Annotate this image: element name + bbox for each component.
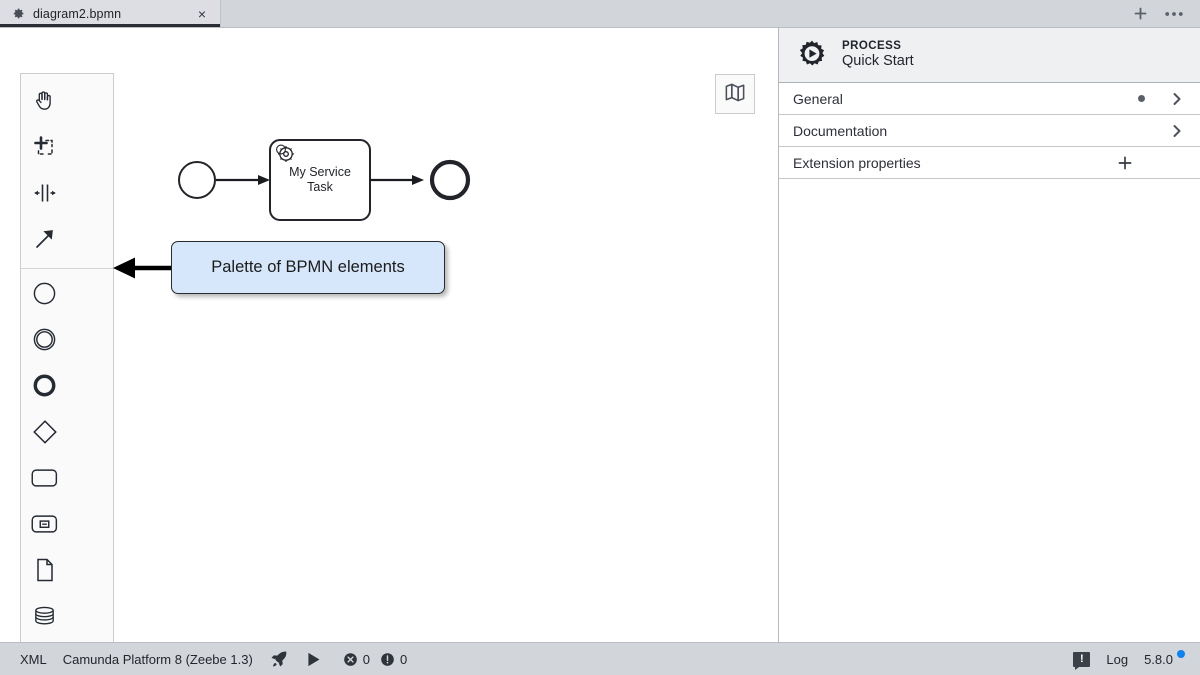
- main-body: My Service Task: [0, 28, 1200, 642]
- close-icon[interactable]: ×: [194, 6, 210, 22]
- version-label[interactable]: 5.8.0: [1136, 643, 1187, 675]
- play-icon: [305, 651, 322, 668]
- properties-group-general[interactable]: General: [779, 83, 1200, 115]
- connect-arrow-icon: [32, 226, 58, 257]
- circle-thin-icon: [32, 281, 57, 311]
- rocket-icon: [269, 649, 289, 669]
- lasso-icon: [32, 134, 58, 165]
- properties-group-label: General: [793, 91, 1138, 107]
- bpmn-diagram: My Service Task: [0, 28, 779, 642]
- palette-callout: Palette of BPMN elements: [171, 241, 445, 294]
- ellipsis-icon[interactable]: [1164, 4, 1184, 24]
- run-button[interactable]: [297, 643, 330, 675]
- plus-icon[interactable]: [1130, 4, 1150, 24]
- create-gateway[interactable]: [21, 411, 68, 457]
- data-object-icon: [34, 557, 56, 588]
- properties-group-label: Documentation: [793, 123, 1170, 139]
- space-tool-icon: [32, 180, 58, 211]
- create-pool[interactable]: [21, 641, 68, 642]
- service-task-label-line1: My Service: [289, 165, 351, 179]
- tab-bar: diagram2.bpmn ×: [0, 0, 1200, 28]
- error-count: 0: [363, 652, 370, 667]
- properties-group-documentation[interactable]: Documentation: [779, 115, 1200, 147]
- properties-group-label: Extension properties: [793, 155, 1114, 171]
- end-event-shape: [432, 162, 468, 198]
- hand-icon: [32, 88, 57, 118]
- create-data-store[interactable]: [21, 595, 68, 641]
- palette-tools-group: [21, 80, 113, 264]
- create-intermediate-event[interactable]: [21, 319, 68, 365]
- create-start-event[interactable]: [21, 273, 68, 319]
- bpmn-palette: [20, 73, 114, 642]
- platform-selector[interactable]: Camunda Platform 8 (Zeebe 1.3): [55, 643, 261, 675]
- properties-panel: PROCESS Quick Start General Documentatio…: [779, 28, 1200, 642]
- create-task[interactable]: [21, 457, 68, 503]
- double-circle-icon: [32, 327, 57, 357]
- callout-arrow: [112, 252, 178, 284]
- bpmn-canvas[interactable]: My Service Task: [0, 28, 779, 642]
- plus-icon[interactable]: [1114, 152, 1136, 174]
- create-end-event[interactable]: [21, 365, 68, 411]
- properties-group-extension-properties[interactable]: Extension properties: [779, 147, 1200, 179]
- hand-tool[interactable]: [21, 80, 68, 126]
- status-dot: [1138, 95, 1145, 102]
- gear-icon: [11, 7, 25, 21]
- app-window: diagram2.bpmn ×: [0, 0, 1200, 675]
- rounded-rect-icon: [31, 467, 58, 494]
- warning-badge: 0: [375, 652, 412, 667]
- create-data-object[interactable]: [21, 549, 68, 595]
- properties-panel-header: PROCESS Quick Start: [779, 28, 1200, 83]
- service-task-label-line2: Task: [307, 180, 333, 194]
- tab-diagram2-bpmn[interactable]: diagram2.bpmn ×: [0, 0, 221, 27]
- deploy-button[interactable]: [261, 643, 297, 675]
- error-badge: 0: [338, 652, 375, 667]
- create-subprocess[interactable]: [21, 503, 68, 549]
- circle-thick-icon: [32, 373, 57, 403]
- log-button[interactable]: Log: [1098, 643, 1136, 675]
- callout-text: Palette of BPMN elements: [211, 258, 405, 277]
- chevron-right-icon[interactable]: [1170, 124, 1184, 138]
- lasso-tool[interactable]: [21, 126, 68, 172]
- element-type-label: PROCESS: [842, 39, 914, 53]
- diamond-icon: [32, 419, 58, 450]
- update-available-dot: [1177, 650, 1185, 658]
- chevron-right-icon[interactable]: [1170, 92, 1184, 106]
- properties-panel-title: PROCESS Quick Start: [842, 39, 914, 71]
- process-gear-play-icon: [795, 38, 829, 72]
- global-connect-tool[interactable]: [21, 218, 68, 264]
- tab-label: diagram2.bpmn: [33, 7, 186, 21]
- notification-icon: !: [1073, 652, 1090, 667]
- subprocess-icon: [31, 513, 58, 540]
- tab-bar-spacer: [221, 0, 1130, 27]
- tab-bar-actions: [1130, 0, 1200, 27]
- warning-circle-icon: [380, 652, 395, 667]
- problems-indicator[interactable]: 0 0: [330, 643, 420, 675]
- start-event-shape: [179, 162, 215, 198]
- space-tool[interactable]: [21, 172, 68, 218]
- xml-view-button[interactable]: XML: [12, 643, 55, 675]
- palette-elements-group: [21, 268, 113, 642]
- error-circle-icon: [343, 652, 358, 667]
- warning-count: 0: [400, 652, 407, 667]
- status-bar: XML Camunda Platform 8 (Zeebe 1.3): [0, 642, 1200, 675]
- version-text: 5.8.0: [1144, 652, 1173, 667]
- element-name-label: Quick Start: [842, 53, 914, 71]
- map-icon: [724, 82, 746, 107]
- notifications-button[interactable]: !: [1065, 643, 1098, 675]
- minimap-toggle[interactable]: [715, 74, 755, 114]
- data-store-icon: [32, 603, 57, 633]
